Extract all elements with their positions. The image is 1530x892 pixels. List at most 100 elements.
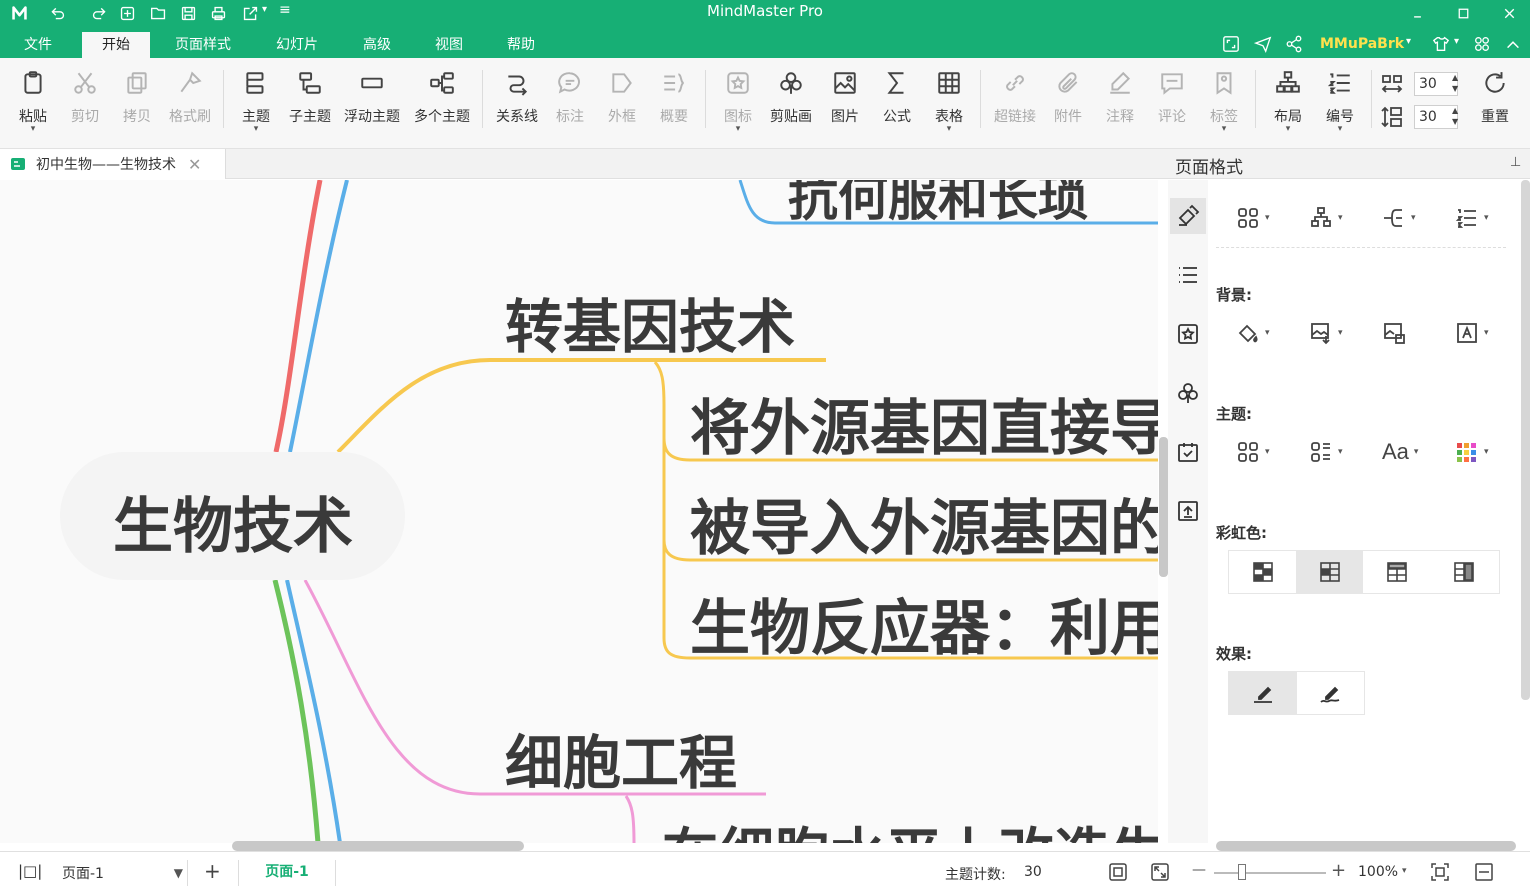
layout-button[interactable]: 布局 ▾ [1260,68,1316,138]
zoom-out-icon[interactable]: — [1192,862,1206,878]
table-button[interactable]: 表格 ▾ [921,68,977,138]
numbering-style-dropdown[interactable]: ▾ [1455,203,1505,233]
clipart-tab-icon[interactable] [1170,375,1206,411]
fit-window-icon[interactable] [1430,862,1450,886]
icon-button[interactable]: 图标 ▾ [710,68,766,138]
relationship-button[interactable]: 关系线 [489,68,545,138]
shirt-icon[interactable] [1430,33,1452,55]
menu-advanced[interactable]: 高级 [348,32,406,58]
subtopic-transgenic-3[interactable]: 生物反应器：利用 [690,580,1158,667]
user-dropdown-icon[interactable]: ▾ [1406,36,1411,47]
topic-transgenic[interactable]: 转基因技术 [505,280,795,364]
fit-page-icon[interactable] [1108,862,1128,886]
background-fill-dropdown[interactable]: ▾ [1236,318,1286,348]
topic-button[interactable]: 主题 ▾ [228,68,284,138]
remove-background-image[interactable] [1382,318,1432,348]
page-format-tab-icon[interactable] [1170,198,1206,234]
summary-button[interactable]: 概要 [646,68,702,138]
mindmap-canvas[interactable]: 生物技术 抗何服和长琐 转基因技术 将外源基因直接导 被导入外源基因的 生物反应… [0,180,1158,843]
document-tab[interactable]: 初中生物——生物技术 ✕ [0,149,226,179]
task-tab-icon[interactable] [1170,434,1206,470]
minimize-icon[interactable] [1404,2,1430,24]
rainbow-option-4[interactable] [1430,551,1497,593]
comment-button[interactable]: 评论 [1144,68,1200,138]
panel-vertical-scrollbar[interactable] [1521,180,1530,700]
effect-handdrawn-option[interactable] [1297,672,1365,714]
vertical-scrollbar[interactable] [1159,437,1168,577]
vertical-spacing-stepper[interactable]: ▲ ▼ [1452,105,1458,127]
cut-button[interactable]: 剪切 [57,68,113,138]
collapse-panel-icon[interactable] [1474,862,1494,886]
horizontal-spacing-stepper[interactable]: ▲ ▼ [1452,72,1458,94]
menu-home[interactable]: 开始 [82,32,150,58]
copy-button[interactable]: 拷贝 [109,68,165,138]
topic-top-cut[interactable]: 抗何服和长琐 [788,180,1088,230]
watermark-dropdown[interactable]: ▾ [1455,318,1505,348]
floating-topic-button[interactable]: 浮动主题 [340,68,404,138]
menu-file[interactable]: 文件 [10,32,66,58]
zoom-level[interactable]: 100% [1358,864,1398,880]
icon-tab-icon[interactable] [1170,316,1206,352]
callout-button[interactable]: 标注 [542,68,598,138]
picture-button[interactable]: 图片 [817,68,873,138]
background-image-dropdown[interactable]: ▾ [1309,318,1359,348]
zoom-slider-handle[interactable] [1238,864,1246,880]
apps-icon[interactable] [1471,33,1493,55]
subtopic-button[interactable]: 子主题 [282,68,338,138]
note-button[interactable]: 注释 [1092,68,1148,138]
menu-slides[interactable]: 幻灯片 [262,32,332,58]
outline-tab-icon[interactable] [1170,257,1206,293]
collapse-ribbon-icon[interactable] [1502,33,1524,55]
boundary-button[interactable]: 外框 [594,68,650,138]
menu-view[interactable]: 视图 [420,32,478,58]
rainbow-option-2[interactable] [1296,551,1363,593]
color-scheme-dropdown[interactable]: ▾ [1455,437,1505,467]
zoom-in-icon[interactable]: + [1331,860,1346,881]
page-select[interactable]: 页面-1 ▼ [56,860,188,886]
subtopic-transgenic-2[interactable]: 被导入外源基因的 [690,480,1158,567]
share-icon[interactable] [1283,33,1305,55]
close-icon[interactable] [1496,2,1522,24]
map-style-dropdown[interactable]: ▾ [1236,203,1286,233]
theme-style-dropdown[interactable]: ▾ [1309,437,1359,467]
menu-help[interactable]: 帮助 [492,32,550,58]
subtopic-cell-engineering-1[interactable]: 在细胞水平上改造生 [662,810,1158,843]
font-dropdown[interactable]: Aa ▾ [1382,437,1432,467]
subtopic-transgenic-1[interactable]: 将外源基因直接导 [690,380,1158,467]
panel-horizontal-scrollbar[interactable] [1216,841,1516,851]
paste-button[interactable]: 粘贴 ▾ [5,68,61,138]
rainbow-option-1[interactable] [1229,551,1296,593]
maximize-icon[interactable] [1450,2,1476,24]
reset-button[interactable]: 重置 [1467,68,1523,138]
zoom-slider-track[interactable] [1214,872,1326,874]
zoom-dropdown-icon[interactable]: ▾ [1402,866,1407,876]
formula-button[interactable]: 公式 [869,68,925,138]
send-icon[interactable] [1252,33,1274,55]
page-list-icon[interactable]: |□| [18,862,42,880]
numbering-button[interactable]: 编号 ▾ [1312,68,1368,138]
central-topic[interactable]: 生物技术 [113,478,353,565]
effect-normal-option[interactable] [1229,672,1297,714]
structure-dropdown[interactable]: ▾ [1309,203,1359,233]
theme-dropdown-icon[interactable]: ▾ [1454,36,1459,47]
horizontal-scrollbar[interactable] [232,841,524,851]
hyperlink-button[interactable]: 超链接 [987,68,1043,138]
clipart-button[interactable]: 剪贴画 [763,68,819,138]
rainbow-option-3[interactable] [1363,551,1430,593]
theme-dropdown[interactable]: ▾ [1236,437,1286,467]
user-account[interactable]: MMuPaBrk [1320,33,1404,55]
tag-button[interactable]: 标签 ▾ [1196,68,1252,138]
page-tab-active[interactable]: 页面-1 [238,860,336,886]
topic-cell-engineering[interactable]: 细胞工程 [505,716,737,800]
pin-icon[interactable]: ⊥ [1510,155,1521,170]
fullscreen-icon[interactable] [1220,33,1242,55]
fullscreen-view-icon[interactable] [1150,862,1170,886]
multiple-topics-button[interactable]: 多个主题 [410,68,474,138]
format-painter-button[interactable]: 格式刷 [162,68,218,138]
connector-style-dropdown[interactable]: ▾ [1382,203,1432,233]
export-tab-icon[interactable] [1170,493,1206,529]
attachment-button[interactable]: 附件 [1040,68,1096,138]
close-tab-icon[interactable]: ✕ [188,155,201,174]
add-page-icon[interactable]: + [204,859,221,883]
menu-page-style[interactable]: 页面样式 [162,32,244,58]
